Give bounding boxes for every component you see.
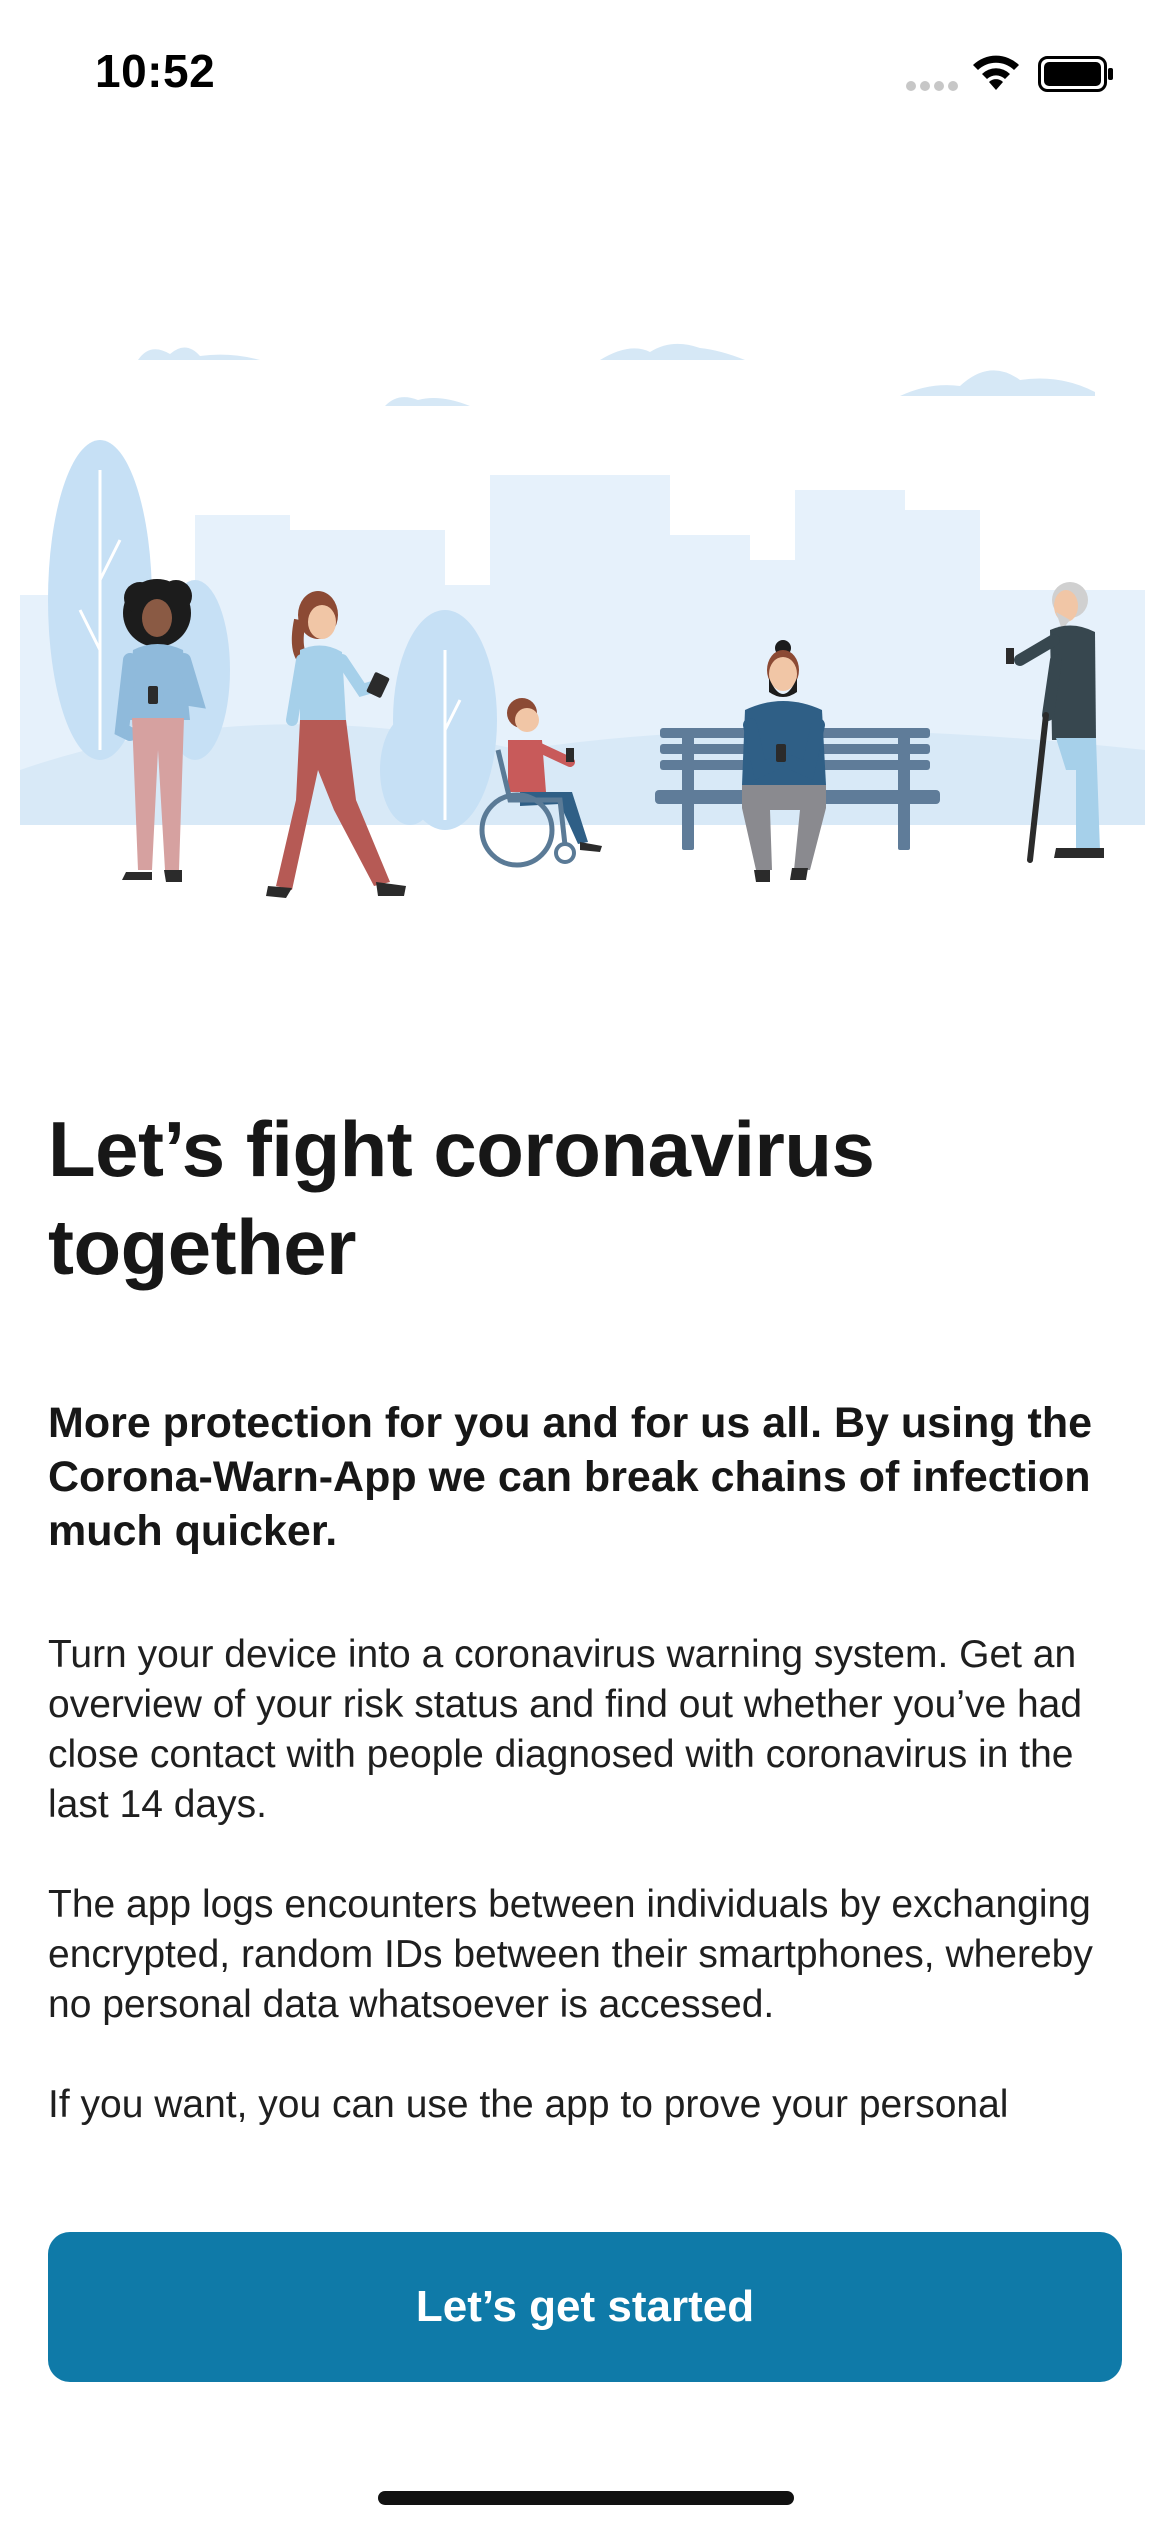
subtitle: More protection for you and for us all. … [48, 1399, 1093, 1555]
home-indicator[interactable] [378, 2491, 794, 2505]
description-paragraph-1: Turn your device into a coronavirus warn… [48, 1633, 1083, 1826]
status-time: 10:52 [95, 45, 216, 97]
wifi-icon [973, 55, 1019, 90]
battery-icon [1038, 56, 1113, 92]
get-started-button[interactable]: Let’s get started [48, 2232, 1122, 2382]
page-title: Let’s fight coronavirus together [48, 1105, 875, 1291]
description-paragraph-3: If you want, you can use the app to prov… [48, 2083, 1009, 2126]
status-bar: 10:52 [0, 0, 1170, 150]
onboarding-content: Let’s fight coronavirus together More pr… [48, 1100, 1122, 2210]
cellular-signal-icon [906, 81, 958, 91]
description-paragraph-2: The app logs encounters between individu… [48, 1883, 1093, 2026]
people-in-park-illustration [20, 343, 1145, 898]
